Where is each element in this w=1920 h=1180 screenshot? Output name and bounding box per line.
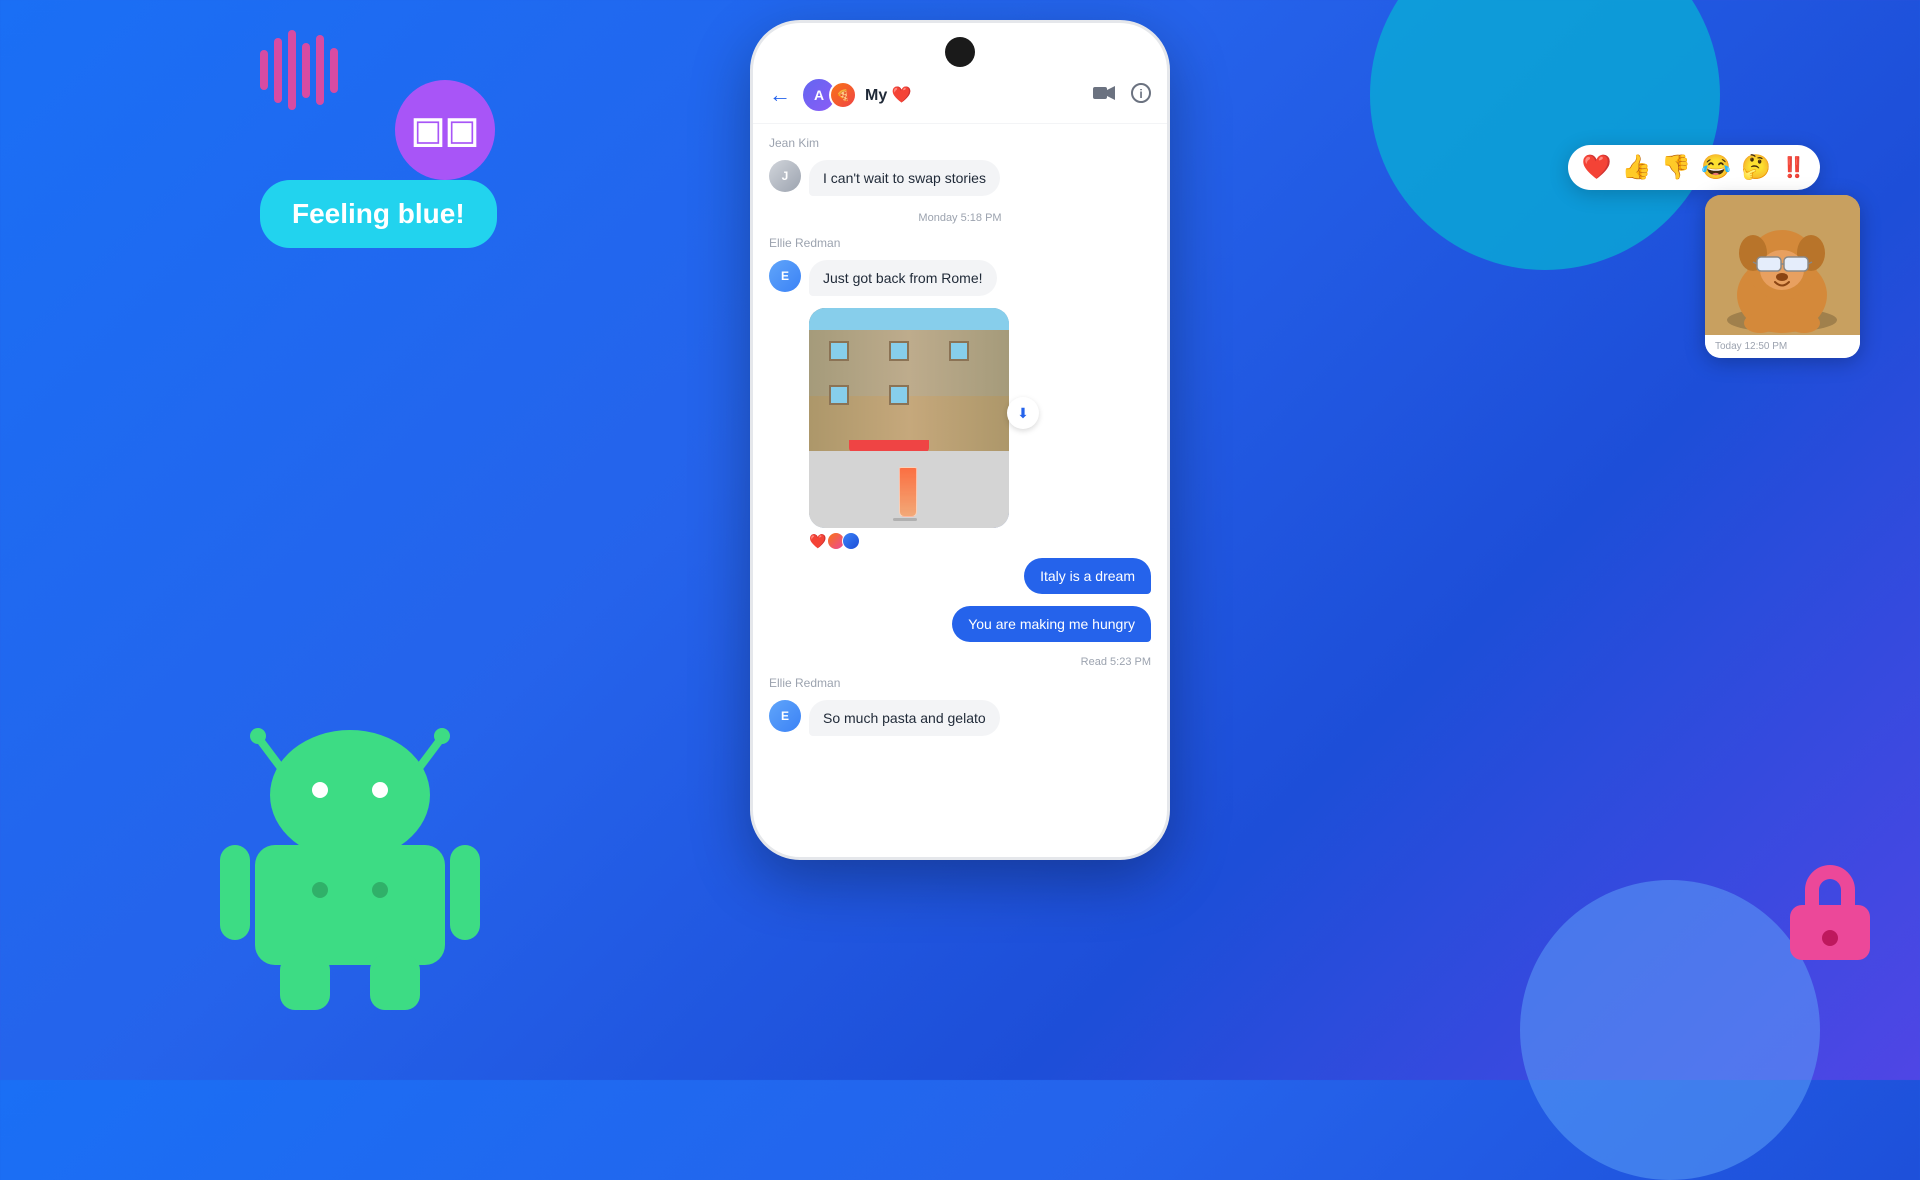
chat-avatar-group: A 🍕 [801,77,857,113]
sound-bar-3 [288,30,296,110]
sound-bar-5 [316,35,324,105]
sender-label-ellie-2: Ellie Redman [769,676,1151,690]
bg-shape-teal [1370,0,1720,270]
lock-hole [1822,930,1838,946]
rome-photo [809,308,1009,528]
chat-body: Jean Kim J I can't wait to swap stories … [753,124,1167,857]
avatar-jean-kim: J [769,160,801,192]
emoji-laugh[interactable]: 😂 [1701,153,1731,182]
phone-frame: ← A 🍕 My ❤️ i [750,20,1170,860]
sender-label-ellie-1: Ellie Redman [769,236,1151,250]
bubble-hungry: You are making me hungry [952,606,1151,642]
bg-shape-blue-light [1520,880,1820,1180]
pink-lock [1790,865,1870,960]
dog-image [1705,195,1860,335]
info-icon[interactable]: i [1131,83,1151,108]
sound-bar-2 [274,38,282,103]
avatar-ellie-1: E [769,260,801,292]
lock-body [1790,905,1870,960]
sender-label-jean: Jean Kim [769,136,1151,150]
emoji-thumbsdown[interactable]: 👎 [1661,153,1691,182]
emoji-heart[interactable]: ❤️ [1582,153,1612,182]
header-icons: i [1093,83,1151,108]
message-rome: E Just got back from Rome! [769,260,1151,296]
reaction-avatar-2 [842,532,860,550]
timestamp-monday: Monday 5:18 PM [769,212,1151,224]
bubble-cant-wait: I can't wait to swap stories [809,160,1000,196]
scene [809,308,1009,528]
chat-header: ← A 🍕 My ❤️ i [753,67,1167,124]
feeling-blue-bubble: Feeling blue! [260,180,497,248]
sound-bar-1 [260,50,268,90]
chat-name: My ❤️ [865,85,1093,105]
dog-card-timestamp: Today 12:50 PM [1705,335,1860,358]
message-italy-dream: Italy is a dream [769,558,1151,594]
heart-reaction: ❤️ [809,533,826,550]
back-button[interactable]: ← [769,82,791,108]
avatar-ellie-2: E [769,700,801,732]
dog-photo-card: Today 12:50 PM [1705,195,1860,358]
bubble-pasta: So much pasta and gelato [809,700,1000,736]
avatar-pizza: 🍕 [829,81,857,109]
reaction-avatars [830,532,860,550]
android-robot [200,700,500,1020]
emoji-thumbsup[interactable]: 👍 [1622,153,1652,182]
message-hungry: You are making me hungry [769,606,1151,642]
message-pasta: E So much pasta and gelato [769,700,1151,736]
sound-bar-6 [330,48,338,93]
bubble-rome: Just got back from Rome! [809,260,997,296]
emoji-exclaim[interactable]: ‼️ [1781,155,1806,180]
video-call-icon[interactable] [1093,85,1115,106]
sound-bar-4 [302,43,310,98]
bubble-italy: Italy is a dream [1024,558,1151,594]
sound-wave [260,30,338,110]
emoji-think[interactable]: 🤔 [1741,153,1771,182]
emoji-reaction-bar: ❤️ 👍 👎 😂 🤔 ‼️ [1568,145,1820,190]
read-receipt: Read 5:23 PM [769,656,1151,668]
svg-text:i: i [1139,87,1142,101]
image-message-rome: ⬇ ❤️ [809,308,1009,550]
message-jean-kim: J I can't wait to swap stories [769,160,1151,196]
app-icon: ▣▣ [395,80,495,180]
phone-notch [945,37,975,67]
image-reactions: ❤️ [809,532,1009,550]
download-button[interactable]: ⬇ [1007,397,1039,429]
